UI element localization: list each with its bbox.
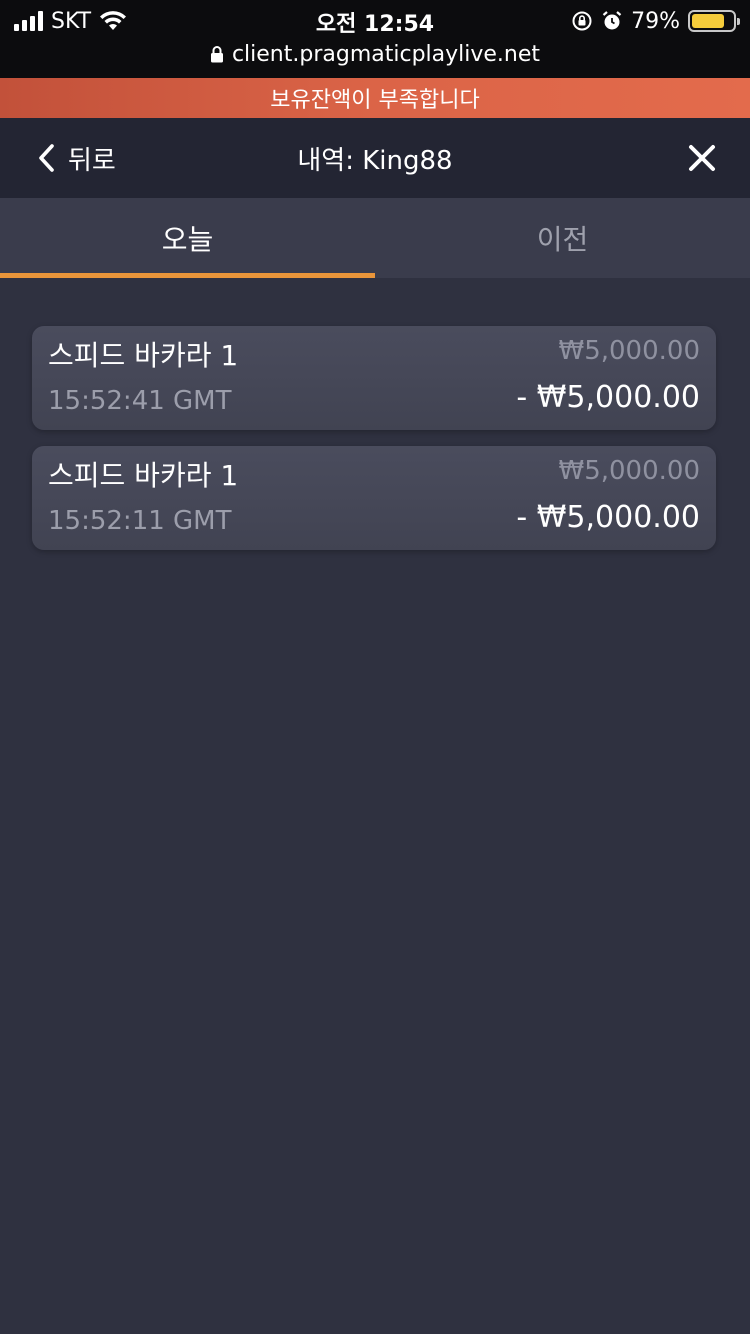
bet-amount: ₩5,000.00 [558, 456, 701, 486]
url-text: client.pragmaticplaylive.net [231, 41, 541, 67]
chevron-left-icon [39, 144, 54, 172]
tab-today[interactable]: 오늘 [0, 198, 375, 278]
history-header: 뒤로 내역: King88 [0, 118, 750, 198]
history-item[interactable]: 스피드 바카라 1 ₩5,000.00 15:52:11 GMT - ₩5,00… [32, 446, 716, 550]
tab-previous[interactable]: 이전 [375, 198, 750, 278]
result-amount: - ₩5,000.00 [516, 500, 700, 535]
address-bar[interactable]: client.pragmaticplaylive.net [0, 38, 750, 70]
rotation-lock-icon [572, 11, 592, 31]
history-list: 스피드 바카라 1 ₩5,000.00 15:52:41 GMT - ₩5,00… [32, 326, 716, 566]
status-bar-right: 79% [571, 6, 740, 36]
close-icon[interactable] [688, 144, 716, 172]
tab-label: 이전 [536, 223, 589, 256]
banner-text: 보유잔액이 부족합니다 [270, 88, 480, 113]
battery-icon [688, 10, 740, 32]
history-item[interactable]: 스피드 바카라 1 ₩5,000.00 15:52:41 GMT - ₩5,00… [32, 326, 716, 430]
bet-time: 15:52:41 GMT [48, 386, 232, 416]
bet-amount: ₩5,000.00 [558, 336, 701, 366]
status-bar: SKT 오전 12:54 79% client.pragmaticplayliv… [0, 0, 750, 78]
alarm-icon [602, 11, 622, 30]
tab-label: 오늘 [161, 223, 214, 256]
back-label: 뒤로 [68, 145, 116, 176]
back-button[interactable]: 뒤로 [36, 138, 116, 178]
insufficient-balance-banner: 보유잔액이 부족합니다 [0, 78, 750, 118]
tab-bar: 오늘 이전 [0, 198, 750, 278]
result-amount: - ₩5,000.00 [516, 380, 700, 415]
lock-icon [210, 46, 223, 63]
game-name: 스피드 바카라 1 [48, 459, 239, 492]
bet-time: 15:52:11 GMT [48, 506, 232, 536]
game-name: 스피드 바카라 1 [48, 339, 239, 372]
battery-fill [692, 14, 724, 28]
battery-percent: 79% [631, 8, 680, 34]
